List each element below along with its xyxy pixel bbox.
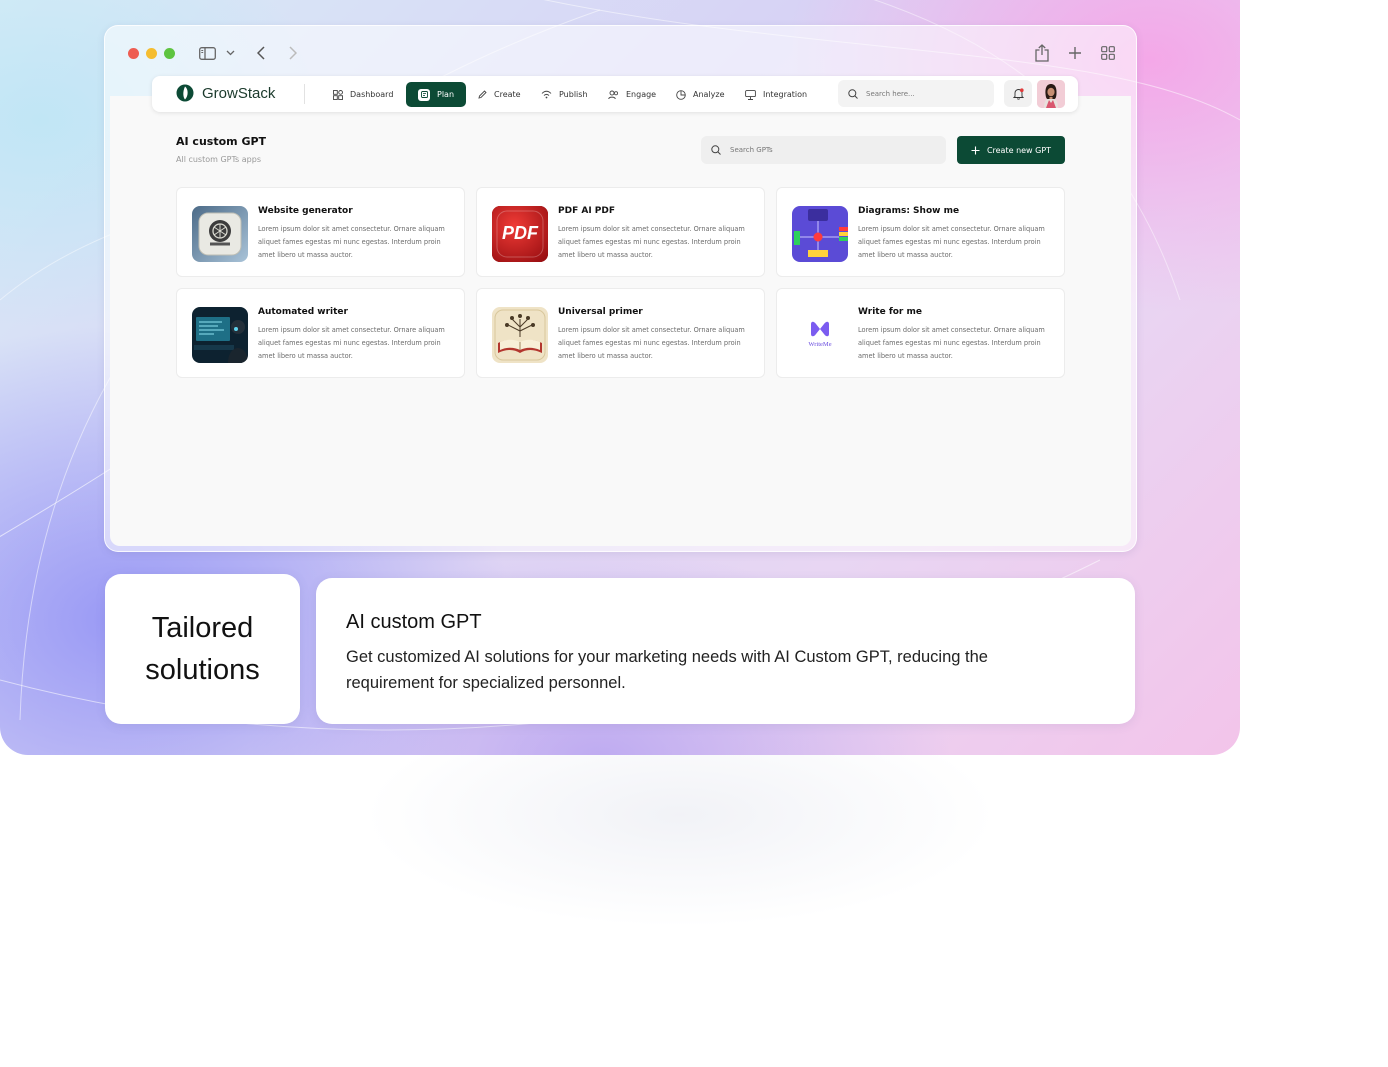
growstack-logo-icon [176,84,194,102]
tagline-line-2: solutions [145,654,260,686]
chevron-down-icon[interactable] [223,42,237,64]
card-description: Lorem ipsum dolor sit amet consectetur. … [558,326,745,360]
global-search-input[interactable]: Search here... [838,80,994,107]
dashboard-icon [333,89,343,100]
gpt-card-pdf-ai-pdf[interactable]: PDF PDF AI PDF Lorem ipsum dolor sit ame… [476,187,765,277]
page-title: AI custom GPT [176,135,267,148]
integration-icon [745,89,756,100]
plus-icon [971,146,980,154]
gpt-card-diagrams-show-me[interactable]: Diagrams: Show me Lorem ipsum dolor sit … [776,187,1065,277]
back-arrow-icon[interactable] [253,42,269,64]
pie-chart-icon [676,89,686,100]
page-subtitle: All custom GPTs apps [176,155,261,164]
gpt-card-universal-primer[interactable]: Universal primer Lorem ipsum dolor sit a… [476,288,765,378]
search-icon [711,145,721,155]
minimize-window-button[interactable] [146,48,157,59]
nav-item-dashboard[interactable]: Dashboard [327,82,399,107]
website-generator-icon [192,206,248,262]
avatar-portrait-icon [1037,80,1065,108]
notifications-button[interactable] [1004,80,1032,107]
create-new-gpt-button[interactable]: Create new GPT [957,136,1065,164]
feature-description-box: AI custom GPT Get customized AI solution… [316,578,1135,724]
nav-item-integration[interactable]: Integration [739,82,813,107]
write-me-thumb-text: WriteMe [808,341,832,348]
users-icon [608,90,619,99]
forward-arrow-icon[interactable] [285,42,301,64]
card-title: Website generator [258,206,353,216]
pdf-thumb-text: PDF [502,223,538,243]
create-new-gpt-label: Create new GPT [986,145,1052,155]
nav-label-publish: Publish [559,90,588,99]
brand-logo[interactable]: GrowStack [176,84,275,102]
card-description: Lorem ipsum dolor sit amet consectetur. … [258,326,445,360]
nav-label-create: Create [494,90,521,99]
brand-name: GrowStack [202,84,276,102]
card-title: PDF AI PDF [558,206,616,216]
nav-item-create[interactable]: Create [472,82,527,107]
nav-label-analyze: Analyze [693,90,725,99]
book-icon [492,307,548,363]
gpt-search-placeholder: Search GPTs [730,146,773,154]
pen-icon [478,90,487,99]
card-title: Write for me [858,307,922,317]
nav-label-dashboard: Dashboard [350,90,394,99]
tagline-line-1: Tailored [151,612,254,644]
sidebar-toggle-icon[interactable] [197,42,217,64]
backdrop-reflection [230,755,1130,985]
gpt-search-input[interactable]: Search GPTs [701,136,946,164]
automated-writer-icon [192,307,248,363]
feature-title: AI custom GPT [346,611,482,633]
global-search-placeholder: Search here... [866,89,915,98]
card-description: Lorem ipsum dolor sit amet consectetur. … [558,225,745,259]
plan-icon [418,88,430,101]
feature-body: Get customized AI solutions for your mar… [346,648,988,692]
gpt-card-write-for-me[interactable]: WriteMe Write for me Lorem ipsum dolor s… [776,288,1065,378]
card-title: Universal primer [558,307,643,317]
nav-item-engage[interactable]: Engage [602,82,662,107]
search-icon [848,88,858,99]
bell-icon [1012,87,1024,100]
diagram-icon [792,206,848,262]
new-tab-icon[interactable] [1065,42,1085,64]
top-navbar: GrowStack Dashboard Plan Create Publish … [152,76,1078,112]
broadcast-icon [541,90,552,99]
gpt-card-website-generator[interactable]: Website generator Lorem ipsum dolor sit … [176,187,465,277]
maximize-window-button[interactable] [164,48,175,59]
pdf-icon: PDF [492,206,548,262]
nav-item-publish[interactable]: Publish [535,82,594,107]
nav-divider [304,84,305,104]
nav-label-engage: Engage [626,90,657,99]
card-description: Lorem ipsum dolor sit amet consectetur. … [858,326,1045,360]
share-icon[interactable] [1032,42,1052,64]
card-description: Lorem ipsum dolor sit amet consectetur. … [858,225,1045,259]
card-description: Lorem ipsum dolor sit amet consectetur. … [258,225,445,259]
nav-item-analyze[interactable]: Analyze [670,82,731,107]
tagline-box: Tailored solutions [105,574,300,724]
nav-item-plan[interactable]: Plan [406,82,467,107]
card-title: Diagrams: Show me [858,206,960,216]
tab-overview-icon[interactable] [1098,42,1118,64]
gpt-card-automated-writer[interactable]: Automated writer Lorem ipsum dolor sit a… [176,288,465,378]
nav-label-integration: Integration [763,90,808,99]
write-for-me-icon: WriteMe [792,307,848,363]
close-window-button[interactable] [128,48,139,59]
user-avatar[interactable] [1037,80,1065,108]
card-title: Automated writer [258,307,348,317]
nav-label-plan: Plan [437,90,455,99]
